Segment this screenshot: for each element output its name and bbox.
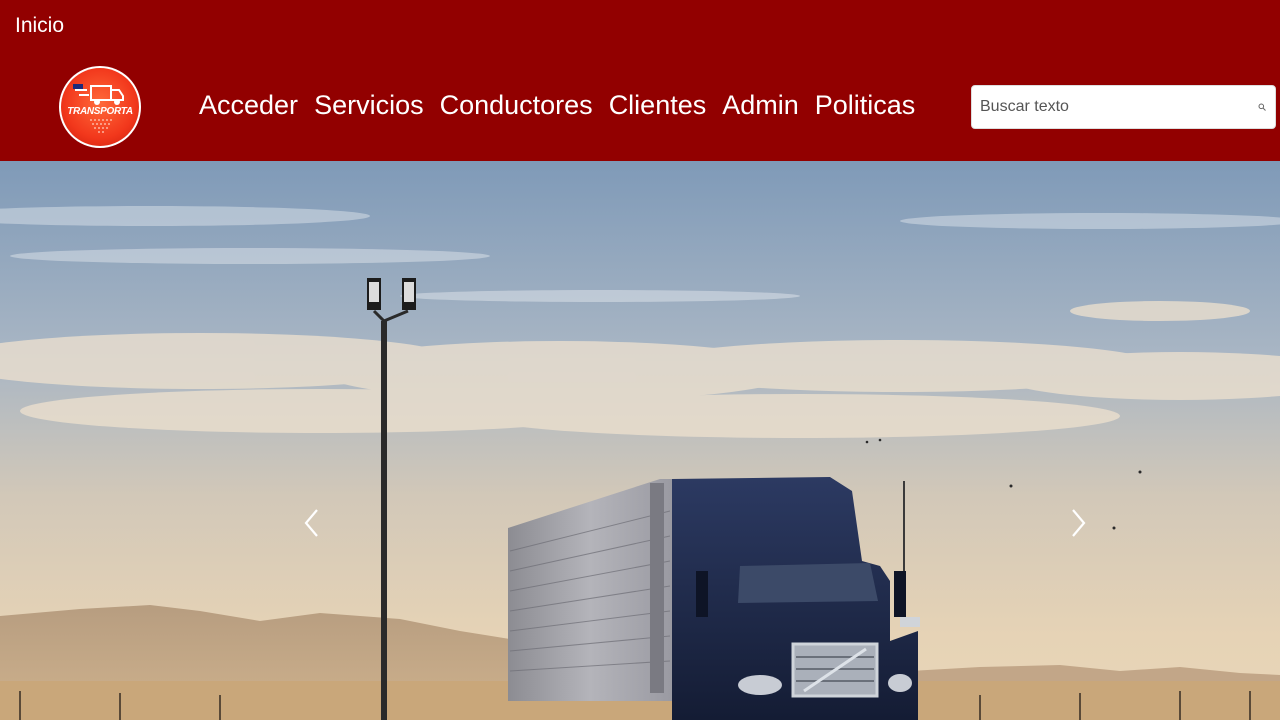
carousel-next-button[interactable] xyxy=(1063,506,1093,540)
nav-acceder[interactable]: Acceder xyxy=(199,88,298,122)
nav-conductores[interactable]: Conductores xyxy=(440,88,593,122)
chevron-right-icon xyxy=(1072,509,1086,537)
header-bar: Inicio TRANSPORTA Acceder Servicios Cond… xyxy=(0,0,1280,161)
chevron-left-icon xyxy=(304,509,318,537)
search-input[interactable] xyxy=(980,86,1250,128)
hero-carousel xyxy=(0,161,1280,720)
nav-politicas[interactable]: Politicas xyxy=(815,88,916,122)
nav-clientes[interactable]: Clientes xyxy=(609,88,707,122)
carousel-prev-button[interactable] xyxy=(297,506,327,540)
hero-image-truck xyxy=(0,161,1280,720)
main-nav: Acceder Servicios Conductores Clientes A… xyxy=(199,88,915,122)
search-icon[interactable] xyxy=(1258,103,1266,111)
nav-servicios[interactable]: Servicios xyxy=(314,88,424,122)
logo-wordmark: TRANSPORTA xyxy=(67,106,133,117)
transporta-logo[interactable]: TRANSPORTA xyxy=(59,66,141,148)
home-link[interactable]: Inicio xyxy=(15,14,64,38)
search-box xyxy=(971,85,1276,129)
logo-emblem: TRANSPORTA xyxy=(61,68,139,146)
nav-admin[interactable]: Admin xyxy=(722,88,799,122)
